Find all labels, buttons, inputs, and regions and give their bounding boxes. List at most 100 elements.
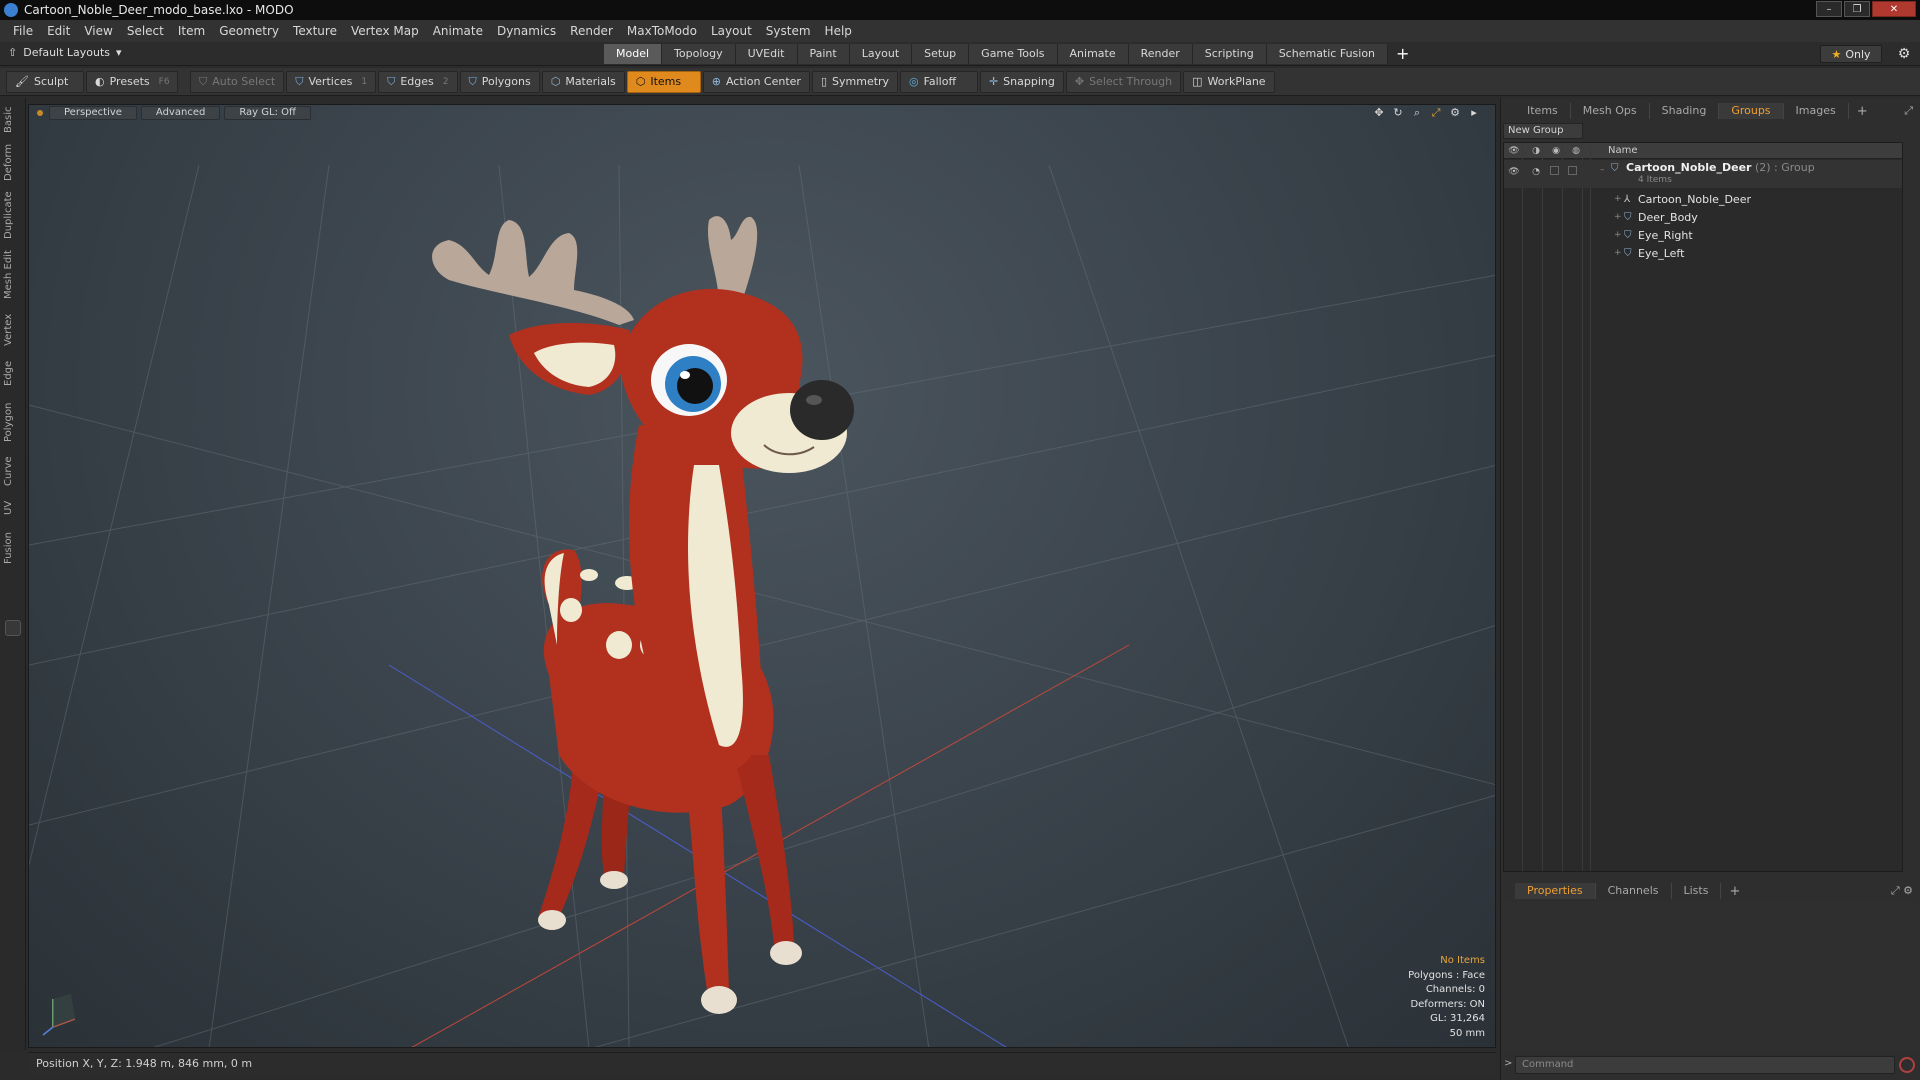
menu-render[interactable]: Render [563,24,620,38]
vtab-deform[interactable]: Deform [3,142,23,182]
vtab-basic[interactable]: Basic [3,104,23,136]
visibility-column-icon[interactable]: 👁 [1508,145,1520,157]
expand-icon[interactable]: + [1614,230,1622,240]
vtab-curve[interactable]: Curve [3,452,23,490]
add-tab-button[interactable]: + [1388,44,1417,64]
lock-column-icon[interactable]: ◉ [1550,145,1562,157]
menu-layout[interactable]: Layout [704,24,759,38]
menu-help[interactable]: Help [818,24,859,38]
view-type-dropdown[interactable]: Perspective [49,106,137,120]
tab-paint[interactable]: Paint [797,44,850,64]
only-button[interactable]: ★ Only [1820,45,1882,63]
tab-setup[interactable]: Setup [912,44,970,64]
select-through-button[interactable]: ✥ Select Through [1065,70,1182,93]
auto-select-button[interactable]: ⛉ Auto Select [190,70,285,93]
restore-button[interactable]: ❐ [1844,1,1870,17]
vtab-uv[interactable]: UV [3,496,23,520]
render-toggle-icon[interactable]: ◔ [1530,166,1542,178]
tab-groups[interactable]: Groups [1719,103,1784,119]
select-column-icon[interactable]: ◍ [1570,145,1582,157]
pan-icon[interactable]: ✥ [1372,106,1386,120]
lock-toggle-icon[interactable] [1550,166,1559,175]
add-properties-tab-button[interactable]: + [1721,884,1748,899]
gear-icon[interactable]: ⚙ [1896,46,1912,62]
vtab-polygon[interactable]: Polygon [3,398,23,446]
maximize-icon[interactable]: ⤢ [1429,106,1443,120]
tab-layout[interactable]: Layout [849,44,913,64]
menu-texture[interactable]: Texture [286,24,344,38]
tab-items[interactable]: Items [1515,103,1571,119]
expand-icon[interactable]: + [1614,212,1622,222]
polygons-button[interactable]: ⛉ Polygons [459,70,540,93]
menu-view[interactable]: View [77,24,119,38]
menu-file[interactable]: File [6,24,40,38]
snapping-button[interactable]: ✛ Snapping [979,70,1064,93]
menu-select[interactable]: Select [120,24,171,38]
list-item[interactable]: + ⛉ Eye_Right [1504,227,1902,245]
items-button[interactable]: ⬡ Items [626,70,701,93]
workplane-button[interactable]: ◫ WorkPlane [1183,70,1275,93]
close-button[interactable]: ✕ [1872,1,1916,17]
add-panel-tab-button[interactable]: + [1849,104,1876,119]
falloff-button[interactable]: ◎ Falloff [899,70,978,93]
tab-channels[interactable]: Channels [1596,883,1672,899]
viewport-arrow-icon[interactable]: ▸ [1467,106,1481,120]
vertices-button[interactable]: ⛉ Vertices 1 [286,70,377,93]
menu-maxtomodo[interactable]: MaxToModo [620,24,704,38]
minimize-button[interactable]: – [1816,1,1842,17]
tab-schematic-fusion[interactable]: Schematic Fusion [1266,44,1389,64]
menu-vertex-map[interactable]: Vertex Map [344,24,426,38]
select-toggle-icon[interactable] [1568,166,1577,175]
menu-item[interactable]: Item [171,24,212,38]
menu-animate[interactable]: Animate [426,24,490,38]
symmetry-button[interactable]: ▯ Symmetry [811,70,898,93]
expand-panel-icon[interactable]: ⤢ [1904,104,1913,118]
list-item[interactable]: + ⛉ Deer_Body [1504,209,1902,227]
viewport-gear-icon[interactable]: ⚙ [1448,106,1462,120]
menu-dynamics[interactable]: Dynamics [490,24,563,38]
vtab-mesh-edit[interactable]: Mesh Edit [3,248,23,302]
menu-edit[interactable]: Edit [40,24,77,38]
edges-button[interactable]: ⛉ Edges 2 [378,70,458,93]
collapse-icon[interactable]: – [1600,165,1605,175]
render-column-icon[interactable]: ◑ [1530,145,1542,157]
viewport-menu-dot[interactable] [37,110,43,116]
shading-mode-dropdown[interactable]: Advanced [140,106,221,120]
group-row[interactable]: 👁 ◔ – ⛉ Cartoon_Noble_Deer (2) : Group 4… [1504,160,1902,188]
presets-button[interactable]: ◐ Presets F6 [86,70,178,93]
materials-button[interactable]: ⬡ Materials [541,70,625,93]
command-stop-icon[interactable] [1899,1057,1915,1073]
raygl-toggle[interactable]: Ray GL: Off [224,106,311,120]
zoom-icon[interactable]: ⌕ [1410,106,1424,120]
vtab-vertex[interactable]: Vertex [3,310,23,350]
vtab-duplicate[interactable]: Duplicate [3,190,23,240]
tab-animate[interactable]: Animate [1057,44,1129,64]
tab-game-tools[interactable]: Game Tools [969,44,1058,64]
tab-model[interactable]: Model [604,44,663,64]
tab-topology[interactable]: Topology [662,44,736,64]
tab-images[interactable]: Images [1784,103,1849,119]
vtab-edge[interactable]: Edge [3,356,23,390]
3d-viewport[interactable]: Perspective Advanced Ray GL: Off ✥ ↻ ⌕ ⤢… [28,104,1496,1048]
sculpt-button[interactable]: 🖌 Sculpt [6,70,84,93]
expand-icon[interactable]: + [1614,248,1622,258]
list-item[interactable]: + ⛉ Eye_Left [1504,245,1902,263]
vtab-fusion[interactable]: Fusion [3,528,23,568]
tab-shading[interactable]: Shading [1650,103,1720,119]
default-layouts-dropdown[interactable]: ⇧ Default Layouts ▾ [8,46,122,59]
tab-render[interactable]: Render [1128,44,1193,64]
eye-icon[interactable]: 👁 [1508,166,1520,178]
action-center-button[interactable]: ⊕ Action Center [702,70,810,93]
expand-icon[interactable]: + [1614,194,1622,204]
command-input[interactable]: Command [1515,1056,1895,1074]
menu-system[interactable]: System [759,24,818,38]
list-item[interactable]: + ⅄ Cartoon_Noble_Deer [1504,191,1902,209]
tab-lists[interactable]: Lists [1672,883,1722,899]
tab-uvedit[interactable]: UVEdit [735,44,798,64]
properties-expand-icon[interactable]: ⤢ ⚙ [1891,884,1913,898]
panel-toggle-button[interactable] [5,620,21,636]
rotate-icon[interactable]: ↻ [1391,106,1405,120]
tab-properties[interactable]: Properties [1515,883,1596,899]
menu-geometry[interactable]: Geometry [212,24,286,38]
new-group-button[interactable]: New Group [1503,123,1583,139]
